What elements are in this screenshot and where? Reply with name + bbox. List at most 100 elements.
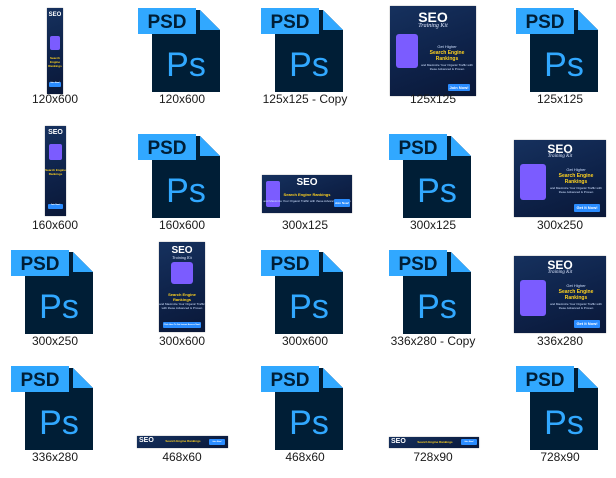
photoshop-file-icon: PSD Ps	[138, 130, 226, 220]
file-item[interactable]: SEO Search Engine Rankings Join Now! 468…	[127, 358, 237, 472]
photoshop-logo-text: Ps	[417, 288, 457, 326]
thumbnail: PSD Ps	[505, 358, 615, 454]
photoshop-file-icon: PSD Ps	[516, 4, 604, 94]
thumbnail: PSD Ps	[0, 242, 110, 338]
banner-thumbnail: SEO Search Engine Rankings Join Now!	[47, 8, 63, 94]
file-item[interactable]: SEO Search Engine Rankings and Maximize …	[250, 126, 360, 240]
photoshop-logo-text: Ps	[289, 404, 329, 442]
psd-file-icon: PSD Ps	[261, 8, 343, 92]
file-item[interactable]: PSD Ps 125x125	[505, 0, 615, 114]
photoshop-file-icon: PSD Ps	[11, 362, 99, 452]
psd-badge-text: PSD	[270, 254, 309, 275]
banner-thumbnail: SEO Search Engine Rankings Join Now!	[45, 126, 66, 216]
file-item[interactable]: PSD Ps 728x90	[505, 358, 615, 472]
thumbnail: PSD Ps	[378, 126, 488, 222]
file-item[interactable]: SEO Training Kit Get Higher Search Engin…	[505, 242, 615, 356]
psd-file-icon: PSD Ps	[11, 366, 93, 450]
photoshop-logo-text: Ps	[544, 404, 584, 442]
photoshop-file-icon: PSD Ps	[516, 362, 604, 452]
file-item[interactable]: PSD Ps 336x280 - Copy	[378, 242, 488, 356]
banner-thumbnail: SEO Search Engine Rankings Join Now!	[137, 436, 228, 448]
file-item[interactable]: SEO Training Kit Get Higher Search Engin…	[378, 0, 488, 114]
illustration	[396, 34, 418, 68]
file-corner-fold	[578, 368, 598, 388]
thumbnail: SEO Training Kit Get Higher Search Engin…	[378, 0, 488, 96]
thumbnail: SEO Search Engine Rankings Join Now!	[0, 0, 110, 96]
file-corner-fold	[323, 252, 343, 272]
file-name: 336x280	[31, 450, 79, 464]
file-corner-fold	[451, 136, 471, 156]
photoshop-logo-text: Ps	[544, 46, 584, 84]
file-item[interactable]: PSD Ps 336x280	[0, 358, 110, 472]
file-corner-fold	[73, 368, 93, 388]
file-item[interactable]: PSD Ps 300x125	[378, 126, 488, 240]
banner-thumbnail: SEO Training Kit Get Higher Search Engin…	[514, 140, 606, 217]
illustration	[50, 36, 60, 50]
file-name: 728x90	[540, 450, 580, 464]
psd-file-icon: PSD Ps	[261, 250, 343, 334]
photoshop-file-icon: PSD Ps	[261, 362, 349, 452]
psd-file-icon: PSD Ps	[389, 250, 471, 334]
file-name: 160x600	[158, 218, 206, 232]
photoshop-logo-text: Ps	[289, 46, 329, 84]
file-item[interactable]: PSD Ps 300x600	[250, 242, 360, 356]
file-item[interactable]: PSD Ps 125x125 - Copy	[250, 0, 360, 114]
psd-badge-text: PSD	[398, 254, 437, 275]
illustration	[520, 280, 546, 316]
thumbnail: SEO Training Kit Search Engine Rankings …	[127, 242, 237, 338]
photoshop-file-icon: PSD Ps	[389, 130, 477, 220]
thumbnail: PSD Ps	[378, 242, 488, 338]
file-corner-fold	[200, 10, 220, 30]
thumbnail: PSD Ps	[127, 126, 237, 222]
photoshop-file-icon: PSD Ps	[389, 246, 477, 336]
photoshop-logo-text: Ps	[39, 404, 79, 442]
file-item[interactable]: SEO Training Kit Get Higher Search Engin…	[505, 126, 615, 240]
photoshop-logo-text: Ps	[166, 46, 206, 84]
file-name: 120x600	[31, 92, 79, 106]
thumbnail: PSD Ps	[0, 358, 110, 454]
thumbnail: SEO Search Engine Rankings and Maximize …	[250, 126, 360, 222]
photoshop-logo-text: Ps	[166, 172, 206, 210]
file-name: 120x600	[158, 92, 206, 106]
file-item[interactable]: SEO Training Kit Search Engine Rankings …	[127, 242, 237, 356]
file-corner-fold	[73, 252, 93, 272]
file-item[interactable]: PSD Ps 300x250	[0, 242, 110, 356]
file-item[interactable]: PSD Ps 120x600	[127, 0, 237, 114]
file-name: 468x60	[162, 450, 202, 464]
psd-badge-text: PSD	[398, 138, 437, 159]
psd-file-icon: PSD Ps	[11, 250, 93, 334]
psd-badge-text: PSD	[147, 138, 186, 159]
file-name: 300x125	[409, 218, 457, 232]
thumbnail: PSD Ps	[505, 0, 615, 96]
file-name: 300x125	[281, 218, 329, 232]
psd-file-icon: PSD Ps	[261, 366, 343, 450]
thumbnail: SEO Search Engine Rankings Join Now!	[0, 126, 110, 222]
file-corner-fold	[323, 10, 343, 30]
photoshop-file-icon: PSD Ps	[138, 4, 226, 94]
file-name: 300x600	[281, 334, 329, 348]
file-name: 125x125 - Copy	[262, 92, 348, 106]
illustration	[520, 164, 546, 200]
file-item[interactable]: PSD Ps 468x60	[250, 358, 360, 472]
file-item[interactable]: PSD Ps 160x600	[127, 126, 237, 240]
photoshop-logo-text: Ps	[289, 288, 329, 326]
psd-badge-text: PSD	[525, 12, 564, 33]
thumbnail: PSD Ps	[127, 0, 237, 96]
file-corner-fold	[200, 136, 220, 156]
photoshop-file-icon: PSD Ps	[261, 246, 349, 336]
file-name: 300x600	[158, 334, 206, 348]
psd-badge-text: PSD	[270, 12, 309, 33]
psd-badge-text: PSD	[525, 370, 564, 391]
psd-file-icon: PSD Ps	[138, 8, 220, 92]
file-item[interactable]: SEO Search Engine Rankings Join Now! 120…	[0, 0, 110, 114]
file-item[interactable]: SEO Search Engine Rankings Join Now! 160…	[0, 126, 110, 240]
thumbnail: SEO Search Engine Rankings Join Now!	[127, 358, 237, 454]
thumbnail: PSD Ps	[250, 0, 360, 96]
file-name: 300x250	[31, 334, 79, 348]
psd-file-icon: PSD Ps	[389, 134, 471, 218]
thumbnail: PSD Ps	[250, 242, 360, 338]
file-item[interactable]: SEO Search Engine Rankings Join Now! 728…	[378, 358, 488, 472]
psd-badge-text: PSD	[20, 254, 59, 275]
thumbnail: SEO Training Kit Get Higher Search Engin…	[505, 242, 615, 338]
psd-file-icon: PSD Ps	[516, 366, 598, 450]
